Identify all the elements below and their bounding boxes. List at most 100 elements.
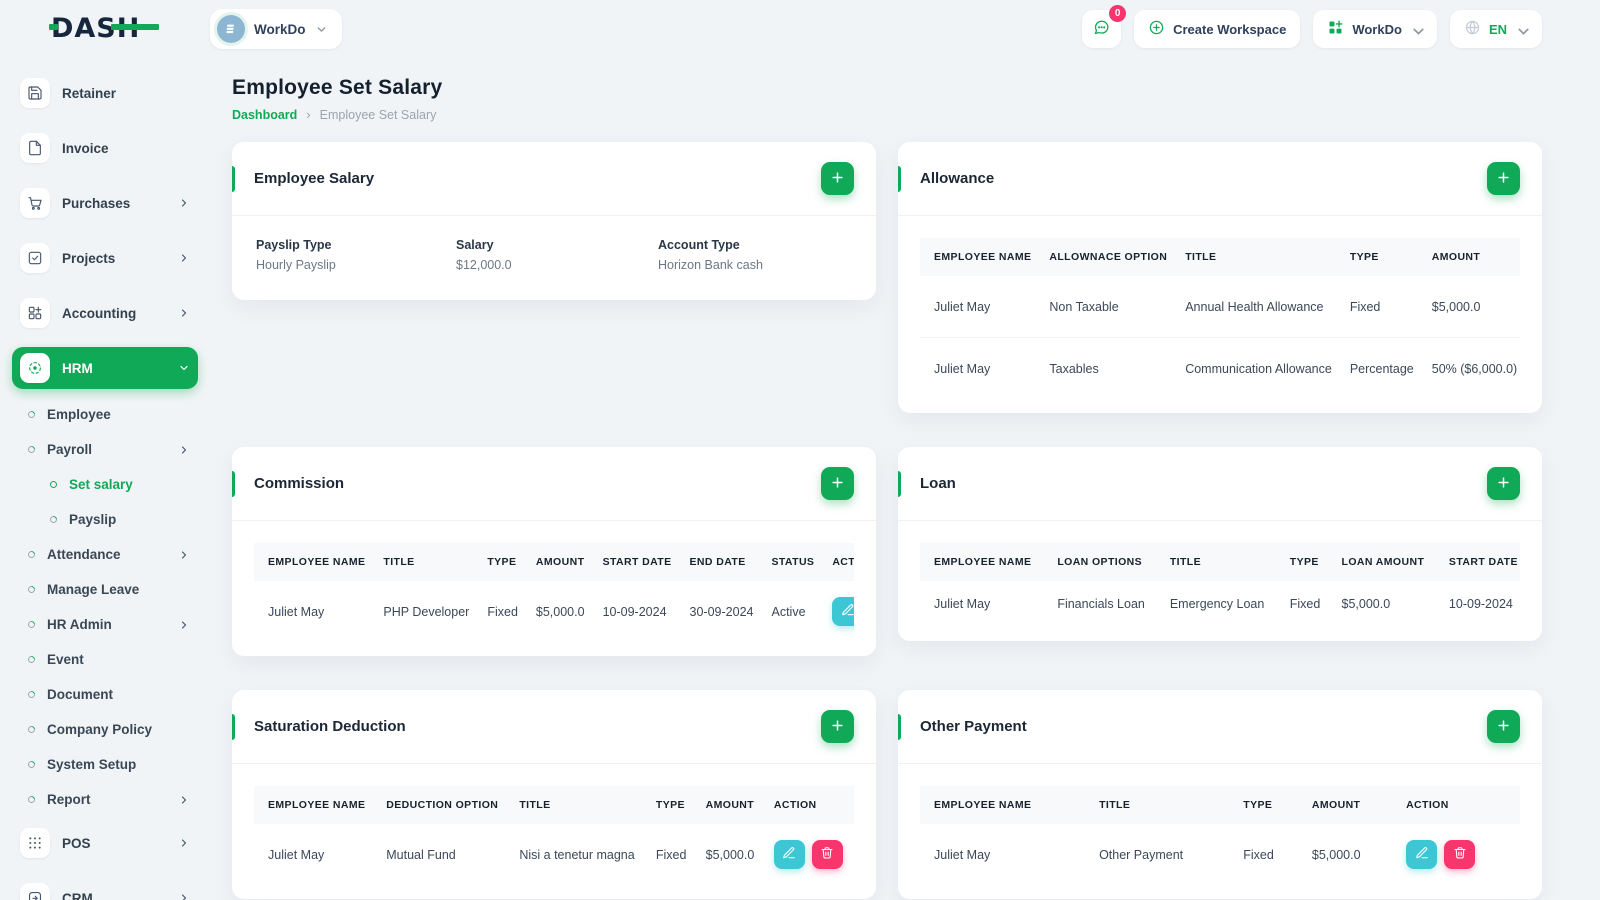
chevron-separator-icon: › bbox=[306, 107, 311, 122]
column-header: STATUS bbox=[771, 556, 815, 568]
sidebar-item-projects[interactable]: Projects bbox=[12, 237, 198, 279]
sidebar-item-report[interactable]: Report bbox=[12, 787, 198, 812]
edit-button[interactable] bbox=[832, 597, 854, 626]
topbar: DASH WorkDo 0 Create Workspace WorkDo EN bbox=[0, 0, 1600, 58]
delete-button[interactable] bbox=[811, 840, 843, 869]
field-label: Salary bbox=[456, 238, 494, 252]
sidebar-item-label: System Setup bbox=[47, 757, 137, 772]
add-loan-button[interactable] bbox=[1487, 467, 1520, 500]
sidebar-item-employee[interactable]: Employee bbox=[12, 402, 198, 427]
column-header: START DATE bbox=[1448, 556, 1518, 568]
messenger-button[interactable]: 0 bbox=[1082, 5, 1127, 48]
cell: $5,000.0 bbox=[1341, 597, 1391, 611]
commission-table: EMPLOYEE NAME TITLE TYPE AMOUNT START DATE EN… bbox=[254, 543, 854, 642]
check-square-icon bbox=[20, 243, 50, 273]
cell: Taxables bbox=[1049, 361, 1099, 376]
cell: Emergency Loan bbox=[1169, 597, 1265, 611]
breadcrumb: Dashboard › Employee Set Salary bbox=[232, 107, 1542, 122]
saturation-deduction-card: Saturation Deduction EMPLOYEE NAME DEDUCT… bbox=[232, 690, 876, 899]
workdo-apps-button[interactable]: WorkDo bbox=[1313, 10, 1437, 48]
workspace-name: WorkDo bbox=[254, 21, 306, 37]
cell: $5,000.0 bbox=[1311, 847, 1361, 862]
cell: Juliet May bbox=[934, 361, 991, 376]
cell: $5,000.0 bbox=[1422, 276, 1520, 338]
table-header-row: EMPLOYEE NAME TITLE TYPE AMOUNT START DATE EN… bbox=[254, 543, 854, 581]
cell: Financials Loan bbox=[1057, 597, 1145, 611]
sidebar-item-crm[interactable]: CRM bbox=[12, 877, 198, 900]
language-selector[interactable]: EN bbox=[1449, 10, 1542, 48]
add-allowance-button[interactable] bbox=[1487, 162, 1520, 195]
chevron-down-icon bbox=[1515, 23, 1529, 36]
circle-plus-icon bbox=[1148, 19, 1165, 39]
chevron-right-icon bbox=[178, 549, 190, 561]
sidebar-item-event[interactable]: Event bbox=[12, 647, 198, 672]
add-commission-button[interactable] bbox=[821, 467, 854, 500]
cell: Juliet May bbox=[920, 276, 1041, 338]
sidebar-item-pos[interactable]: POS bbox=[12, 822, 198, 864]
create-workspace-button[interactable]: Create Workspace bbox=[1134, 10, 1301, 48]
breadcrumb-current: Employee Set Salary bbox=[319, 107, 437, 122]
sidebar-item-attendance[interactable]: Attendance bbox=[12, 542, 198, 567]
sidebar-item-set-salary[interactable]: Set salary bbox=[12, 472, 198, 497]
cell: Communication Allowance bbox=[1185, 361, 1332, 376]
add-saturation-deduction-button[interactable] bbox=[821, 710, 854, 743]
sidebar-item-document[interactable]: Document bbox=[12, 682, 198, 707]
bullet-icon bbox=[26, 759, 37, 770]
sidebar-item-payroll[interactable]: Payroll bbox=[12, 437, 198, 462]
chevron-down-icon bbox=[178, 362, 190, 374]
sidebar-item-hrm[interactable]: HRM bbox=[12, 347, 198, 389]
chevron-right-icon bbox=[178, 307, 190, 319]
cell: Fixed bbox=[1340, 276, 1423, 338]
sidebar-item-company-policy[interactable]: Company Policy bbox=[12, 717, 198, 742]
cell: Mutual Fund bbox=[386, 847, 456, 862]
sidebar-item-manage-leave[interactable]: Manage Leave bbox=[12, 577, 198, 602]
chevron-right-icon bbox=[178, 252, 190, 264]
column-header: TYPE bbox=[487, 556, 517, 568]
table-row: Juliet May Taxables Communication Allowanc… bbox=[920, 338, 1520, 400]
salary-field-salary: Salary $12,000.0 bbox=[456, 238, 658, 272]
card-title: Allowance bbox=[920, 170, 995, 187]
brand-logo[interactable]: DASH bbox=[49, 11, 161, 48]
field-value: Horizon Bank cash bbox=[658, 258, 763, 272]
sidebar-item-payslip[interactable]: Payslip bbox=[12, 507, 198, 532]
plus-icon bbox=[1496, 475, 1511, 493]
edit-button[interactable] bbox=[773, 840, 805, 869]
cell: PHP Developer bbox=[383, 604, 470, 619]
sidebar-item-purchases[interactable]: Purchases bbox=[12, 182, 198, 224]
workspace-selector[interactable]: WorkDo bbox=[210, 9, 342, 49]
create-workspace-label: Create Workspace bbox=[1173, 21, 1287, 37]
cell: Annual Health Allowance bbox=[1176, 276, 1341, 338]
add-employee-salary-button[interactable] bbox=[821, 162, 854, 195]
table-header-row: EMPLOYEE NAME DEDUCTION OPTION TITLE TYPE AM… bbox=[254, 786, 854, 824]
employee-salary-card: Employee Salary Payslip Type Hourly Pays… bbox=[232, 142, 876, 300]
column-header: ALLOWNACE OPTION bbox=[1049, 251, 1168, 263]
sidebar-item-hr-admin[interactable]: HR Admin bbox=[12, 612, 198, 637]
column-header: ACTION bbox=[773, 799, 817, 811]
column-header: DEDUCTION OPTION bbox=[386, 799, 499, 811]
sidebar-item-retainer[interactable]: Retainer bbox=[12, 72, 198, 114]
table-row: Juliet May Other Payment Fixed $5,000.0 bbox=[920, 824, 1520, 885]
card-title: Other Payment bbox=[920, 718, 1027, 735]
column-header: AMOUNT bbox=[1311, 799, 1361, 811]
field-label: Payslip Type bbox=[256, 238, 332, 252]
pencil-icon bbox=[782, 846, 796, 863]
column-header: TYPE bbox=[1349, 251, 1379, 263]
cell: Nisi a tenetur magna bbox=[519, 847, 635, 862]
table-row: Juliet May Non Taxable Annual Health Allow… bbox=[920, 276, 1520, 338]
field-label: Account Type bbox=[658, 238, 740, 252]
add-other-payment-button[interactable] bbox=[1487, 710, 1520, 743]
edit-button[interactable] bbox=[1406, 840, 1438, 869]
column-header: TITLE bbox=[383, 556, 415, 568]
sidebar-item-label: Payroll bbox=[47, 442, 93, 457]
sidebar-item-system-setup[interactable]: System Setup bbox=[12, 752, 198, 777]
delete-button[interactable] bbox=[1444, 840, 1476, 869]
chevron-right-icon bbox=[178, 444, 190, 456]
sidebar-item-invoice[interactable]: Invoice bbox=[12, 127, 198, 169]
plus-icon bbox=[830, 475, 845, 493]
sidebar-item-label: Accounting bbox=[62, 305, 137, 321]
card-title: Commission bbox=[254, 475, 345, 492]
cell: 10-09-2024 bbox=[602, 604, 667, 619]
sidebar-item-accounting[interactable]: Accounting bbox=[12, 292, 198, 334]
breadcrumb-link-dashboard[interactable]: Dashboard bbox=[232, 108, 297, 122]
table-header-row: EMPLOYEE NAME ALLOWNACE OPTION TITLE TYPE AM… bbox=[920, 238, 1520, 276]
